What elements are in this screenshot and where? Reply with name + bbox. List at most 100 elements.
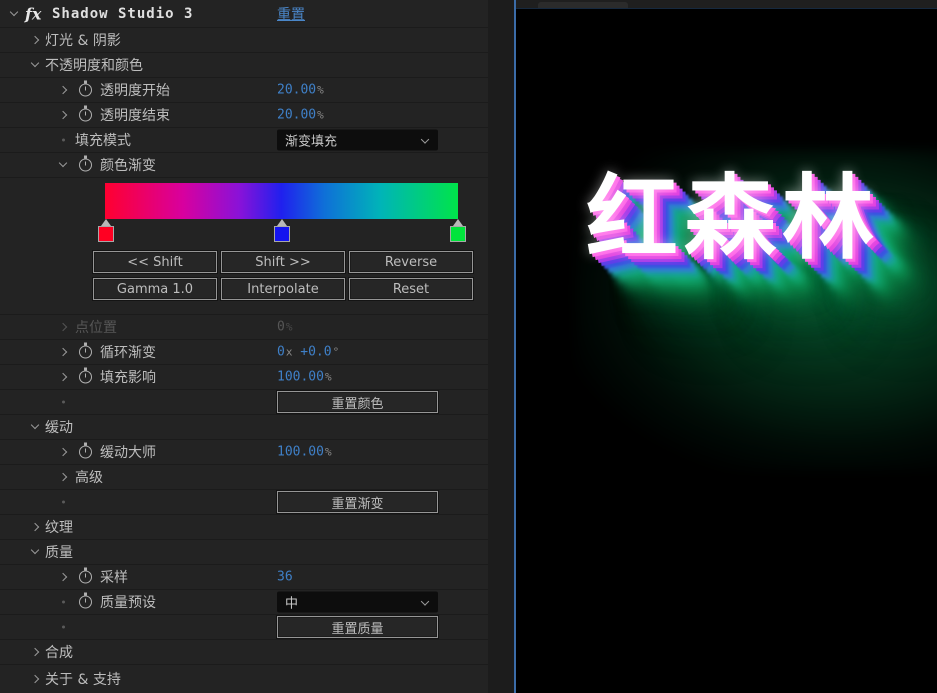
chevron-down-icon [420, 597, 430, 607]
composition-text: 红森林 [586, 165, 881, 272]
stopwatch-icon[interactable] [79, 342, 92, 359]
sampling-value[interactable]: 36 [277, 570, 293, 585]
group-label: 合成 [45, 645, 73, 661]
shift-right-button[interactable]: Shift >> [221, 251, 345, 273]
row-advanced: 高级 [0, 465, 488, 490]
value-unit: % [285, 320, 293, 334]
gradient-editor: << Shift Shift >> Reverse Gamma 1.0 Inte… [0, 178, 488, 315]
stopwatch-icon[interactable] [79, 105, 92, 122]
gradient-bar[interactable] [105, 183, 458, 219]
effect-header-row: fx Shadow Studio 3 重置 [0, 0, 488, 28]
group-label: 灯光 & 阴影 [45, 33, 121, 49]
row-about-support: 关于 & 支持 [0, 665, 488, 693]
fx-badge-icon: fx [25, 4, 42, 23]
reverse-button[interactable]: Reverse [349, 251, 473, 273]
stopwatch-icon[interactable] [79, 567, 92, 584]
param-label: 颜色渐变 [100, 158, 156, 174]
value-number: 0 [277, 319, 285, 335]
reset-quality-button[interactable]: 重置质量 [277, 616, 438, 638]
composition-viewer[interactable]: 红森林 [516, 0, 937, 693]
stopwatch-icon[interactable] [79, 442, 92, 459]
row-quality: 质量 [0, 540, 488, 565]
row-reset-quality: 重置质量 [0, 615, 488, 640]
row-easing-master: 缓动大师 100.00% [0, 440, 488, 465]
interpolate-button[interactable]: Interpolate [221, 278, 345, 300]
viewer-top-bar [516, 0, 937, 9]
deg-number[interactable]: +0.0 [300, 345, 331, 360]
gamma-button[interactable]: Gamma 1.0 [93, 278, 217, 300]
value-number[interactable]: 20.00 [277, 108, 316, 123]
stop-arrow-icon [100, 219, 111, 226]
value-number[interactable]: 100.00 [277, 445, 324, 460]
row-lights-shadows: 灯光 & 阴影 [0, 28, 488, 53]
cycle-gradient-value[interactable]: 0x +0.0° [277, 345, 339, 360]
row-point-position: 点位置 0% [0, 315, 488, 340]
chevron-right-icon [58, 322, 68, 332]
chevron-down-icon[interactable] [30, 547, 40, 557]
easing-master-value[interactable]: 100.00% [277, 445, 332, 460]
fill-influence-value[interactable]: 100.00% [277, 370, 332, 385]
chevron-right-icon[interactable] [58, 372, 68, 382]
row-opacity-start: 透明度开始 20.00% [0, 78, 488, 103]
row-easing: 缓动 [0, 415, 488, 440]
reset-gradient-stops-button[interactable]: Reset [349, 278, 473, 300]
value-unit: % [317, 83, 324, 97]
gradient-stop-green[interactable] [449, 219, 466, 242]
chevron-down-icon[interactable] [30, 422, 40, 432]
effect-controls-panel: fx Shadow Studio 3 重置 灯光 & 阴影 不透明度和颜色 透明… [0, 0, 488, 693]
bullet-dot-icon [62, 500, 65, 504]
param-label: 填充模式 [75, 133, 131, 149]
row-opacity-color: 不透明度和颜色 [0, 53, 488, 78]
gradient-stop-blue[interactable] [273, 219, 290, 242]
chevron-right-icon[interactable] [58, 110, 68, 120]
chevron-right-icon[interactable] [58, 347, 68, 357]
value-number[interactable]: 36 [277, 570, 293, 585]
group-label: 质量 [45, 545, 73, 561]
param-label: 点位置 [75, 320, 117, 336]
fill-mode-dropdown[interactable]: 渐变填充 [277, 129, 438, 151]
quality-preset-dropdown[interactable]: 中 [277, 591, 438, 613]
chevron-right-icon[interactable] [58, 472, 68, 482]
stopwatch-icon[interactable] [79, 80, 92, 97]
shift-left-button[interactable]: << Shift [93, 251, 217, 273]
reset-gradient-button[interactable]: 重置渐变 [277, 491, 438, 513]
group-label: 纹理 [45, 520, 73, 536]
chevron-right-icon[interactable] [58, 572, 68, 582]
stopwatch-icon[interactable] [79, 592, 92, 609]
row-opacity-end: 透明度结束 20.00% [0, 103, 488, 128]
chevron-down-icon[interactable] [58, 160, 68, 170]
row-quality-preset: 质量预设 中 [0, 590, 488, 615]
param-label: 透明度结束 [100, 108, 170, 124]
chevron-right-icon[interactable] [58, 447, 68, 457]
param-label: 填充影响 [100, 370, 156, 386]
value-number[interactable]: 100.00 [277, 370, 324, 385]
chevron-down-icon[interactable] [30, 60, 40, 70]
row-reset-colors: 重置颜色 [0, 390, 488, 415]
row-compositing: 合成 [0, 640, 488, 665]
stop-color-swatch[interactable] [449, 226, 466, 242]
stop-color-swatch[interactable] [97, 226, 114, 242]
stop-color-swatch[interactable] [273, 226, 290, 242]
panel-divider[interactable] [488, 0, 516, 693]
reset-colors-button[interactable]: 重置颜色 [277, 391, 438, 413]
opacity-start-value[interactable]: 20.00% [277, 83, 324, 98]
gradient-stop-red[interactable] [97, 219, 114, 242]
value-number[interactable]: 20.00 [277, 83, 316, 98]
param-label: 循环渐变 [100, 345, 156, 361]
opacity-end-value[interactable]: 20.00% [277, 108, 324, 123]
row-fill-influence: 填充影响 100.00% [0, 365, 488, 390]
chevron-right-icon[interactable] [30, 674, 40, 684]
rev-unit: x [285, 345, 293, 359]
chevron-right-icon[interactable] [30, 35, 40, 45]
chevron-right-icon[interactable] [58, 85, 68, 95]
reset-effect-link[interactable]: 重置 [277, 4, 305, 24]
chevron-down-icon[interactable] [9, 9, 19, 19]
chevron-right-icon[interactable] [30, 522, 40, 532]
stopwatch-icon[interactable] [79, 155, 92, 172]
point-position-value: 0% [277, 320, 292, 335]
stopwatch-icon[interactable] [79, 367, 92, 384]
value-unit: % [324, 445, 332, 459]
param-label: 质量预设 [100, 595, 156, 611]
chevron-right-icon[interactable] [30, 647, 40, 657]
rev-number[interactable]: 0 [277, 345, 285, 360]
